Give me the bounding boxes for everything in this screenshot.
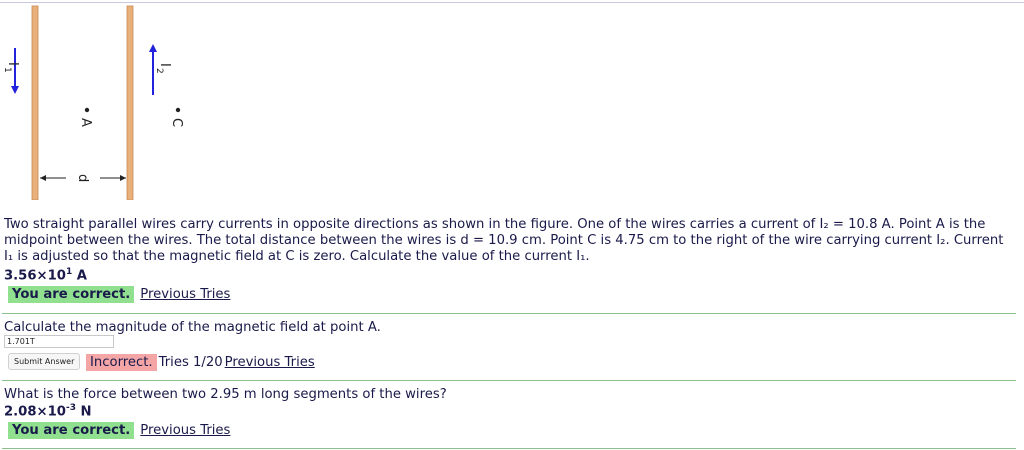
part1-answer-mantissa: 3.56×10 [4, 268, 66, 284]
part2-tries: Tries 1/20 [158, 355, 223, 370]
part3-answer: 2.08×10-3 N [4, 403, 92, 419]
part2-incorrect-badge: Incorrect. [86, 354, 157, 371]
part1-status-row: You are correct. Previous Tries [8, 286, 230, 303]
problem-line-1: Two straight parallel wires carry curren… [4, 217, 986, 232]
part2-status-row: Incorrect. Tries 1/20 Previous Tries [86, 354, 315, 371]
part1-correct-badge: You are correct. [8, 286, 135, 303]
part3-correct-badge: You are correct. [8, 422, 135, 439]
wires-figure: I 1 I 2 A C d [2, 5, 184, 200]
label-d: d [75, 174, 90, 182]
label-c: C [169, 118, 184, 127]
label-i2-sub: 2 [154, 68, 164, 74]
part2-divider [2, 380, 1016, 381]
part1-previous-tries-link[interactable]: Previous Tries [140, 287, 230, 302]
part3-answer-mantissa: 2.08×10 [4, 404, 66, 420]
part1-divider [2, 313, 1016, 314]
part3-question: What is the force between two 2.95 m lon… [4, 387, 447, 402]
label-i2: I [157, 63, 172, 67]
submit-answer-button[interactable]: Submit Answer [8, 353, 81, 370]
wire-2 [126, 5, 134, 200]
label-i1-sub: 1 [2, 67, 12, 73]
part3-answer-unit: N [75, 404, 92, 420]
part3-answer-exp: -3 [65, 403, 76, 413]
label-a: A [78, 118, 93, 127]
wire-1 [31, 5, 39, 200]
part2-question: Calculate the magnitude of the magnetic … [4, 320, 381, 335]
distance-arrow-right-icon [100, 175, 126, 181]
point-a-dot [84, 107, 90, 113]
point-c-dot [175, 107, 181, 113]
part2-answer-input[interactable]: 1.701T [4, 335, 114, 348]
part1-answer-unit: A [72, 268, 88, 284]
part3-status-row: You are correct. Previous Tries [8, 422, 230, 439]
part3-previous-tries-link[interactable]: Previous Tries [140, 423, 230, 438]
problem-line-3: I₁ is adjusted so that the magnetic fiel… [4, 249, 590, 264]
part2-previous-tries-link[interactable]: Previous Tries [225, 355, 315, 370]
problem-line-2: midpoint between the wires. The total di… [4, 233, 1004, 248]
part1-answer: 3.56×101 A [4, 267, 87, 283]
distance-arrow-left-icon [40, 175, 66, 181]
label-i1: I [5, 62, 20, 66]
part3-divider [2, 448, 1016, 449]
